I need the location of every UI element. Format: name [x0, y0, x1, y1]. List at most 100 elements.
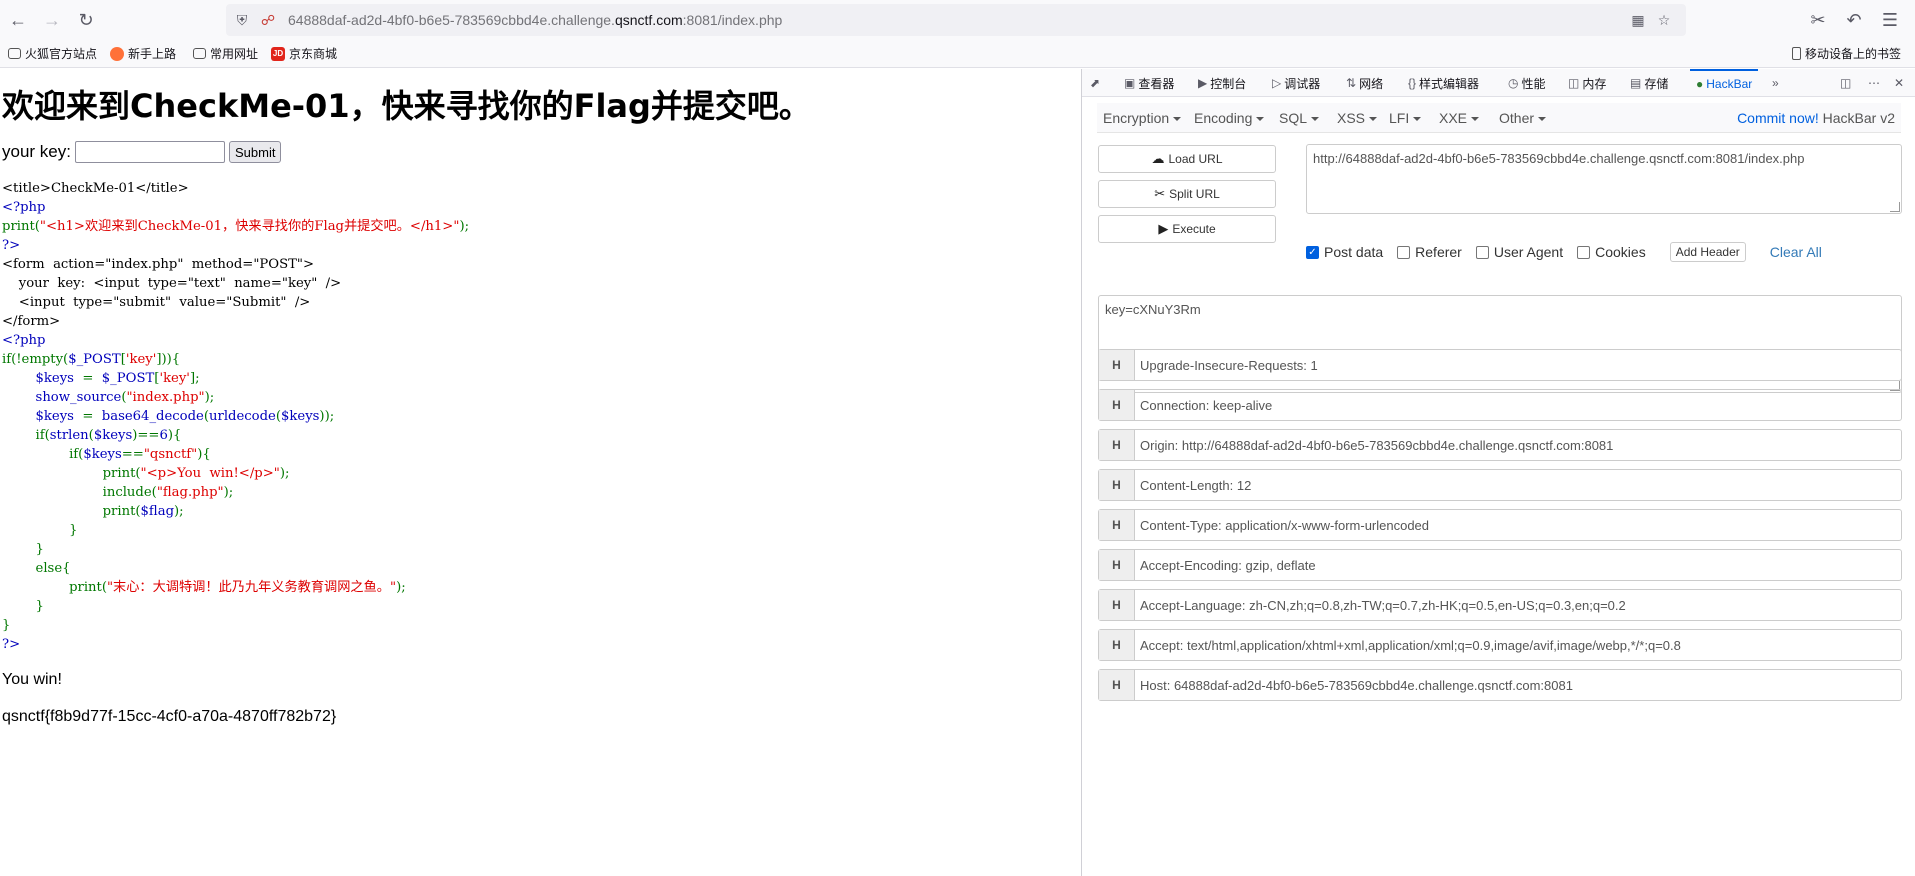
tab-storage[interactable]: ▤ 存储: [1630, 69, 1668, 97]
close-icon[interactable]: ✕: [1894, 69, 1904, 97]
header-row[interactable]: H Accept-Encoding: gzip, deflate: [1098, 549, 1902, 581]
hackbar-options: ✓ Post data Referer User Agent Cookies Ad…: [1306, 241, 1822, 263]
header-value[interactable]: Upgrade-Insecure-Requests: 1: [1135, 350, 1901, 380]
header-tag[interactable]: H: [1099, 590, 1135, 620]
bookmark-item[interactable]: 火狐官方站点: [8, 45, 97, 62]
tab-performance[interactable]: ◷ 性能: [1508, 69, 1546, 97]
tab-console[interactable]: ▶ 控制台: [1198, 69, 1246, 97]
header-tag[interactable]: H: [1099, 670, 1135, 700]
checkbox-checked-icon[interactable]: ✓: [1306, 245, 1319, 259]
checkbox-icon[interactable]: [1577, 245, 1591, 259]
source-token: "qsnctf": [143, 447, 198, 462]
load-url-button[interactable]: ☁ Load URL: [1098, 145, 1276, 173]
bookmark-item[interactable]: JD 京东商城: [271, 45, 337, 62]
memory-icon: ◫: [1568, 76, 1580, 90]
header-tag[interactable]: H: [1099, 430, 1135, 460]
bookmark-star-icon[interactable]: ☆: [1656, 12, 1672, 28]
url-textarea[interactable]: http://64888daf-ad2d-4bf0-b6e5-783569cbb…: [1306, 144, 1902, 214]
option-user-agent[interactable]: User Agent: [1475, 244, 1563, 260]
header-row[interactable]: H Accept-Language: zh-CN,zh;q=0.8,zh-TW;q…: [1098, 589, 1902, 621]
xss-menu[interactable]: XSS: [1337, 110, 1378, 126]
source-token: include(: [2, 485, 157, 500]
source-line: <form action="index.php" method="POST">: [2, 255, 469, 274]
tab-inspector[interactable]: ▣ 查看器: [1124, 69, 1174, 97]
address-bar[interactable]: ⛨ ☍ 64888daf-ad2d-4bf0-b6e5-783569cbbd4e…: [226, 4, 1686, 36]
other-menu[interactable]: Other: [1499, 110, 1547, 126]
mobile-bookmarks[interactable]: 移动设备上的书签: [1792, 45, 1901, 62]
devtools-panel: ⬈ ▣ 查看器 ▶ 控制台 ▷ 调试器 ⇅ 网络 {} 样式编辑器 ◷ 性能 ◫ 内存 ▤ 存储…: [1081, 69, 1915, 876]
source-token: ){: [167, 428, 182, 443]
dock-icon[interactable]: ◫: [1840, 69, 1851, 97]
header-row[interactable]: H Origin: http://64888daf-ad2d-4bf0-b6e5-…: [1098, 429, 1902, 461]
qr-code-icon[interactable]: ▦: [1630, 12, 1646, 28]
header-row[interactable]: H Connection: keep-alive: [1098, 389, 1902, 421]
bookmark-item[interactable]: 常用网址: [193, 45, 258, 62]
header-tag[interactable]: H: [1099, 350, 1135, 380]
header-value[interactable]: Host: 64888daf-ad2d-4bf0-b6e5-783569cbbd…: [1135, 670, 1901, 700]
header-row[interactable]: H Accept: text/html,application/xhtml+xml…: [1098, 629, 1902, 661]
header-tag[interactable]: H: [1099, 550, 1135, 580]
option-referer[interactable]: Referer: [1397, 244, 1462, 260]
clear-all-link[interactable]: Clear All: [1770, 244, 1822, 260]
header-tag[interactable]: H: [1099, 470, 1135, 500]
header-row[interactable]: H Content-Length: 12: [1098, 469, 1902, 501]
checkbox-icon[interactable]: [1397, 245, 1411, 259]
header-tag[interactable]: H: [1099, 510, 1135, 540]
resize-handle-icon[interactable]: [1890, 202, 1900, 212]
forward-arrow-icon[interactable]: →: [40, 8, 64, 32]
header-value[interactable]: Content-Type: application/x-www-form-url…: [1135, 510, 1901, 540]
xxe-menu[interactable]: XXE: [1439, 110, 1480, 126]
execute-button[interactable]: ▶ Execute: [1098, 215, 1276, 243]
url-text[interactable]: 64888daf-ad2d-4bf0-b6e5-783569cbbd4e.cha…: [288, 12, 782, 28]
submit-button[interactable]: Submit: [228, 141, 282, 163]
more-options-icon[interactable]: ⋯: [1868, 69, 1880, 97]
source-line: <title>CheckMe-01</title>: [2, 179, 469, 198]
menu-icon[interactable]: ☰: [1878, 8, 1902, 32]
source-line: show_source("index.php");: [2, 388, 469, 407]
screenshot-icon[interactable]: ✂: [1806, 8, 1830, 32]
header-row[interactable]: H Upgrade-Insecure-Requests: 1: [1098, 349, 1902, 381]
undo-icon[interactable]: ↶: [1842, 8, 1866, 32]
header-value[interactable]: Connection: keep-alive: [1135, 390, 1901, 420]
lfi-menu[interactable]: LFI: [1389, 110, 1422, 126]
tab-memory[interactable]: ◫ 内存: [1568, 69, 1606, 97]
encoding-menu[interactable]: Encoding: [1194, 110, 1265, 126]
pick-element-icon[interactable]: ⬈: [1090, 69, 1100, 97]
tab-network[interactable]: ⇅ 网络: [1346, 69, 1383, 97]
more-tabs-icon[interactable]: »: [1772, 69, 1779, 97]
header-tag[interactable]: H: [1099, 630, 1135, 660]
source-token: =: [82, 409, 102, 424]
option-cookies[interactable]: Cookies: [1577, 244, 1646, 260]
source-token: ];: [189, 371, 200, 386]
header-row[interactable]: H Content-Type: application/x-www-form-ur…: [1098, 509, 1902, 541]
header-value[interactable]: Accept: text/html,application/xhtml+xml,…: [1135, 630, 1901, 660]
header-value[interactable]: Accept-Language: zh-CN,zh;q=0.8,zh-TW;q=…: [1135, 590, 1901, 620]
insecure-lock-icon[interactable]: ☍: [260, 12, 276, 28]
tab-debugger[interactable]: ▷ 调试器: [1272, 69, 1320, 97]
header-value[interactable]: Origin: http://64888daf-ad2d-4bf0-b6e5-7…: [1135, 430, 1901, 460]
source-token: show_source: [35, 390, 122, 405]
tab-hackbar[interactable]: ● HackBar: [1690, 69, 1759, 97]
header-value[interactable]: Content-Length: 12: [1135, 470, 1901, 500]
source-line: if(!empty($_POST['key'])){: [2, 350, 469, 369]
bookmark-item[interactable]: 新手上路: [110, 45, 176, 62]
split-url-button[interactable]: ✂ Split URL: [1098, 180, 1276, 208]
sql-menu[interactable]: SQL: [1279, 110, 1320, 126]
commit-link[interactable]: Commit now!: [1737, 110, 1819, 126]
tab-style-editor[interactable]: {} 样式编辑器: [1408, 69, 1479, 97]
add-header-button[interactable]: Add Header: [1669, 242, 1746, 262]
source-token: $_POST: [101, 371, 155, 386]
header-value[interactable]: Accept-Encoding: gzip, deflate: [1135, 550, 1901, 580]
folder-icon: [8, 48, 21, 59]
reload-icon[interactable]: ↻: [74, 8, 98, 32]
checkbox-icon[interactable]: [1475, 245, 1489, 259]
key-input[interactable]: [74, 141, 225, 163]
shield-icon[interactable]: ⛨: [234, 12, 250, 28]
back-arrow-icon[interactable]: ←: [6, 8, 30, 32]
key-label: your key:: [2, 142, 71, 161]
source-token: }: [2, 618, 11, 633]
encryption-menu[interactable]: Encryption: [1103, 110, 1182, 126]
header-row[interactable]: H Host: 64888daf-ad2d-4bf0-b6e5-783569cbb…: [1098, 669, 1902, 701]
option-post-data[interactable]: ✓ Post data: [1306, 244, 1383, 260]
header-tag[interactable]: H: [1099, 390, 1135, 420]
